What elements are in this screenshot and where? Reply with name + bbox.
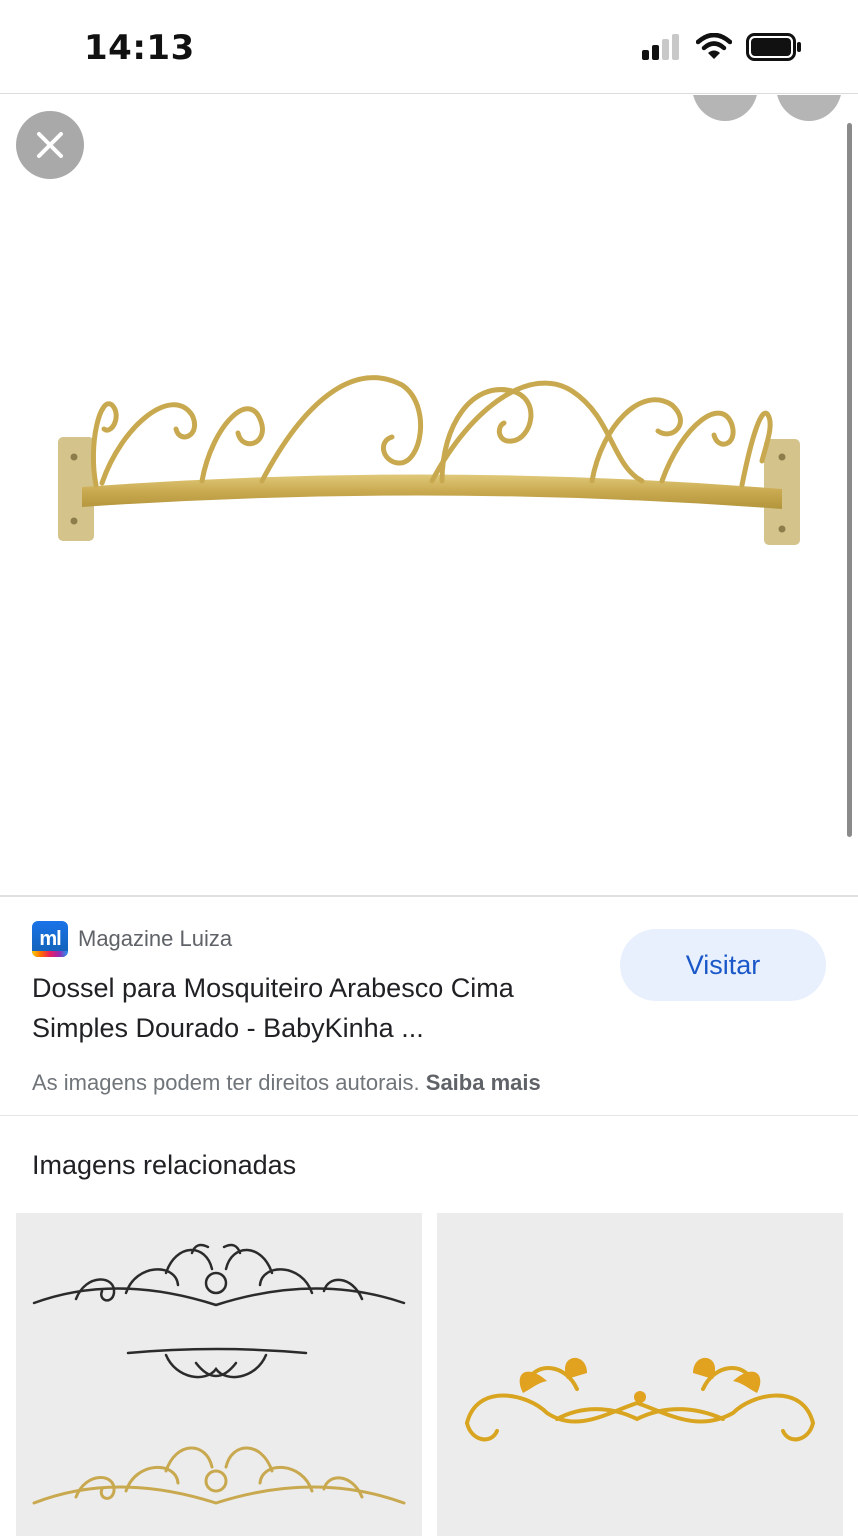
scrollbar[interactable]	[847, 123, 852, 837]
lens-button[interactable]	[692, 95, 758, 121]
product-image[interactable]	[52, 365, 804, 555]
status-time: 14:13	[84, 28, 195, 68]
learn-more-link[interactable]: Saiba mais	[426, 1070, 541, 1095]
source-row[interactable]: ml Magazine Luiza	[32, 921, 232, 957]
close-icon	[37, 132, 63, 158]
image-viewer[interactable]	[0, 95, 858, 895]
copyright-text: As imagens podem ter direitos autorais.	[32, 1070, 420, 1095]
signal-icon	[642, 34, 679, 60]
result-title[interactable]: Dossel para Mosquiteiro Arabesco Cima Si…	[32, 968, 602, 1048]
close-button[interactable]	[16, 111, 84, 179]
copyright-notice: As imagens podem ter direitos autorais. …	[32, 1070, 541, 1096]
source-logo: ml	[32, 921, 68, 957]
battery-icon	[746, 33, 801, 61]
status-bar: 14:13	[0, 0, 858, 94]
source-name: Magazine Luiza	[78, 926, 233, 951]
divider	[0, 895, 858, 897]
more-options-button[interactable]	[776, 95, 842, 121]
divider	[0, 1115, 858, 1116]
visit-button[interactable]: Visitar	[620, 929, 826, 1001]
related-heading: Imagens relacionadas	[32, 1150, 297, 1180]
status-icons	[642, 33, 802, 61]
wifi-icon	[696, 33, 732, 59]
related-image-1[interactable]	[16, 1213, 422, 1536]
related-image-2[interactable]	[437, 1213, 843, 1536]
